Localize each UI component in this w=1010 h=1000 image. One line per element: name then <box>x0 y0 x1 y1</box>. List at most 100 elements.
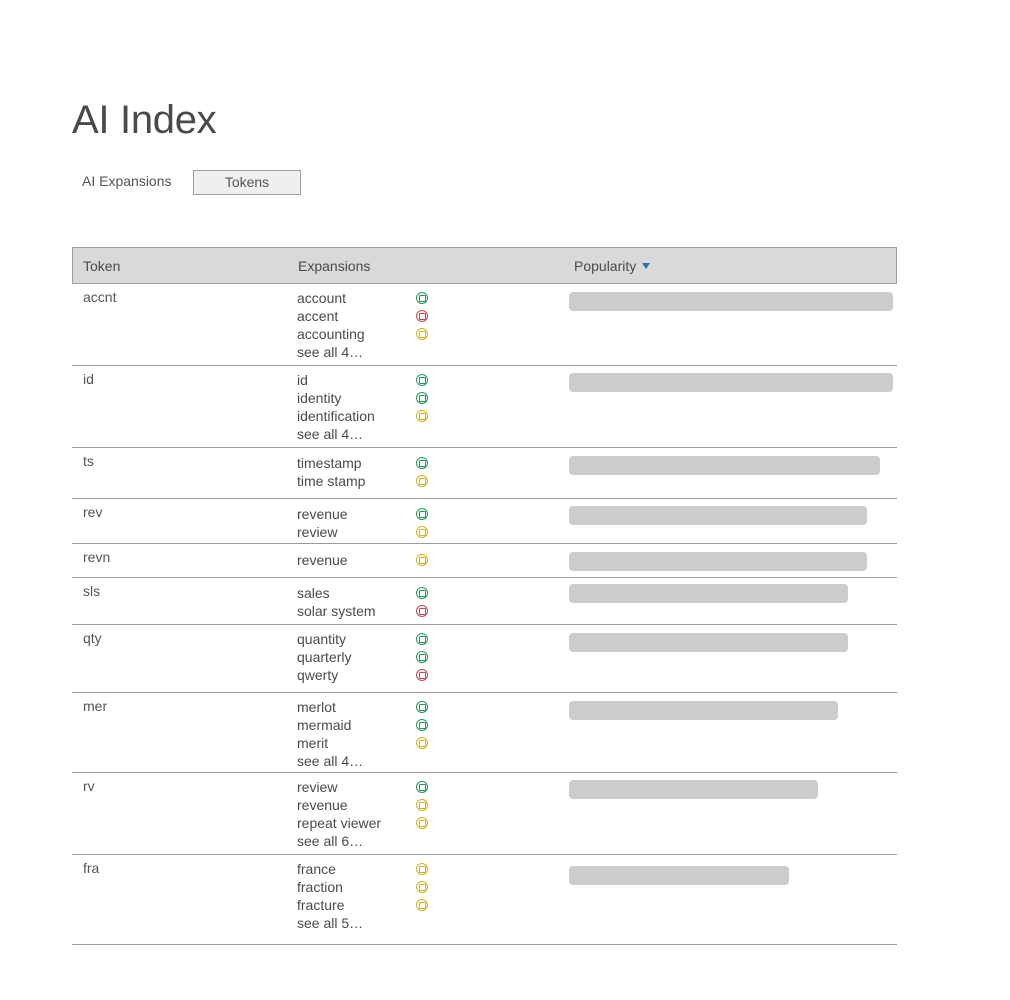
status-red-icon[interactable] <box>416 669 428 681</box>
table-row[interactable]: mer merlot mermaid merit see all 4… <box>72 693 897 773</box>
expansion-item: revenue <box>297 551 437 569</box>
status-yellow-icon[interactable] <box>416 554 428 566</box>
see-all-link[interactable]: see all 4… <box>297 752 437 770</box>
status-red-icon[interactable] <box>416 605 428 617</box>
expansion-label[interactable]: solar system <box>297 603 376 619</box>
expansion-label[interactable]: mermaid <box>297 717 351 733</box>
expansion-label[interactable]: fracture <box>297 897 344 913</box>
expansion-label[interactable]: fraction <box>297 879 343 895</box>
expansion-label[interactable]: sales <box>297 585 330 601</box>
popularity-bar <box>569 506 867 525</box>
expansion-item: identity <box>297 389 437 407</box>
status-green-icon[interactable] <box>416 374 428 386</box>
see-all-link[interactable]: see all 4… <box>297 343 437 361</box>
status-green-icon[interactable] <box>416 701 428 713</box>
token-cell: ts <box>83 453 94 469</box>
popularity-bar <box>569 584 848 603</box>
expansion-label[interactable]: time stamp <box>297 473 365 489</box>
expansion-label[interactable]: account <box>297 290 346 306</box>
status-yellow-icon[interactable] <box>416 899 428 911</box>
token-cell: sls <box>83 583 101 599</box>
column-header-popularity[interactable]: Popularity <box>574 248 651 284</box>
table-row[interactable]: qty quantity quarterly qwerty <box>72 625 897 693</box>
expansion-label[interactable]: merit <box>297 735 328 751</box>
tokens-table: Token Expansions Popularity accnt account… <box>72 247 897 945</box>
expansion-item: accounting <box>297 325 437 343</box>
table-row[interactable]: ts timestamp time stamp <box>72 448 897 499</box>
expansions-list: france fraction fracture see all 5… <box>297 860 437 932</box>
token-cell: mer <box>83 698 108 714</box>
status-yellow-icon[interactable] <box>416 328 428 340</box>
expansion-label[interactable]: timestamp <box>297 455 362 471</box>
status-green-icon[interactable] <box>416 781 428 793</box>
status-green-icon[interactable] <box>416 457 428 469</box>
status-green-icon[interactable] <box>416 292 428 304</box>
popularity-bar <box>569 456 880 475</box>
see-all-link[interactable]: see all 5… <box>297 914 437 932</box>
expansion-label[interactable]: id <box>297 372 308 388</box>
expansion-label[interactable]: revenue <box>297 552 348 568</box>
popularity-bar <box>569 780 818 799</box>
expansion-label[interactable]: review <box>297 779 337 795</box>
expansion-label[interactable]: qwerty <box>297 667 338 683</box>
table-row[interactable]: accnt account accent accounting see all 4… <box>72 284 897 366</box>
expansion-item: sales <box>297 584 437 602</box>
expansions-list: merlot mermaid merit see all 4… <box>297 698 437 770</box>
expansion-label[interactable]: accent <box>297 308 338 324</box>
see-all-link[interactable]: see all 4… <box>297 425 437 443</box>
table-row[interactable]: revn revenue <box>72 544 897 578</box>
status-green-icon[interactable] <box>416 633 428 645</box>
expansion-label[interactable]: identification <box>297 408 375 424</box>
status-yellow-icon[interactable] <box>416 881 428 893</box>
status-yellow-icon[interactable] <box>416 863 428 875</box>
expansion-label[interactable]: identity <box>297 390 341 406</box>
popularity-bar <box>569 633 848 652</box>
expansions-list: id identity identification see all 4… <box>297 371 437 443</box>
expansion-label[interactable]: review <box>297 524 337 540</box>
expansion-label[interactable]: quarterly <box>297 649 351 665</box>
status-red-icon[interactable] <box>416 310 428 322</box>
expansion-label[interactable]: merlot <box>297 699 336 715</box>
status-green-icon[interactable] <box>416 651 428 663</box>
expansion-label[interactable]: revenue <box>297 797 348 813</box>
table-row[interactable]: sls sales solar system <box>72 578 897 625</box>
see-all-link[interactable]: see all 6… <box>297 832 437 850</box>
status-green-icon[interactable] <box>416 719 428 731</box>
table-row[interactable]: rv review revenue repeat viewer see all 6… <box>72 773 897 855</box>
token-cell: revn <box>83 549 111 565</box>
expansion-item: id <box>297 371 437 389</box>
status-green-icon[interactable] <box>416 392 428 404</box>
expansion-label[interactable]: france <box>297 861 336 877</box>
status-green-icon[interactable] <box>416 508 428 520</box>
expansion-label[interactable]: accounting <box>297 326 365 342</box>
status-green-icon[interactable] <box>416 587 428 599</box>
token-cell: rv <box>83 778 95 794</box>
status-yellow-icon[interactable] <box>416 737 428 749</box>
expansion-item: account <box>297 289 437 307</box>
expansion-label[interactable]: repeat viewer <box>297 815 381 831</box>
table-header: Token Expansions Popularity <box>72 247 897 284</box>
expansion-item: timestamp <box>297 454 437 472</box>
column-header-expansions[interactable]: Expansions <box>298 248 370 284</box>
status-yellow-icon[interactable] <box>416 817 428 829</box>
expansions-list: quantity quarterly qwerty <box>297 630 437 684</box>
status-yellow-icon[interactable] <box>416 526 428 538</box>
status-yellow-icon[interactable] <box>416 799 428 811</box>
expansion-item: france <box>297 860 437 878</box>
column-header-token[interactable]: Token <box>83 248 120 284</box>
table-row[interactable]: fra france fraction fracture see all 5… <box>72 855 897 945</box>
popularity-bar <box>569 866 789 885</box>
expansion-item: quantity <box>297 630 437 648</box>
tab-tokens[interactable]: Tokens <box>193 170 301 195</box>
table-row[interactable]: rev revenue review <box>72 499 897 544</box>
expansion-label[interactable]: revenue <box>297 506 348 522</box>
table-row[interactable]: id id identity identification see all 4… <box>72 366 897 448</box>
tab-ai-expansions[interactable]: AI Expansions <box>82 168 182 194</box>
status-yellow-icon[interactable] <box>416 410 428 422</box>
popularity-bar <box>569 373 893 392</box>
expansion-label[interactable]: quantity <box>297 631 346 647</box>
token-cell: id <box>83 371 94 387</box>
sort-descending-icon[interactable] <box>642 263 651 270</box>
expansion-item: review <box>297 523 437 541</box>
status-yellow-icon[interactable] <box>416 475 428 487</box>
